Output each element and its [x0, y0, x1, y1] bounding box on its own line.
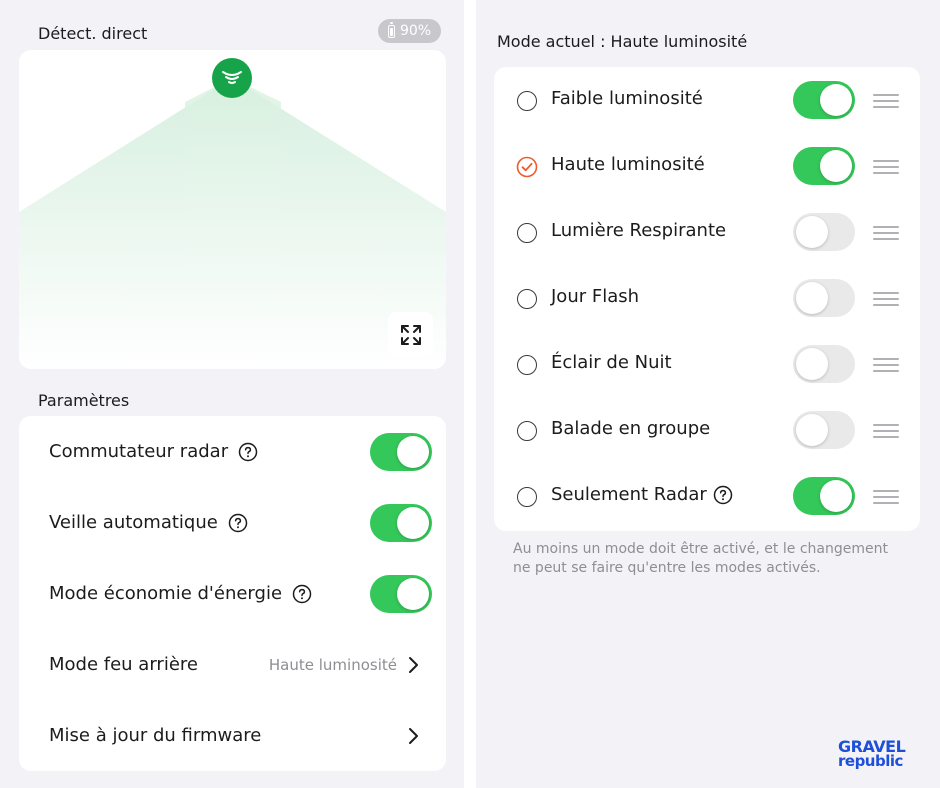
- live-detection-label: Détect. direct: [38, 24, 148, 43]
- setting-radar-switch: Commutateur radar: [19, 416, 446, 487]
- mode-label: Balade en groupe: [551, 418, 711, 439]
- mode-toggle[interactable]: [793, 345, 855, 383]
- mode-row-eclair-de-nuit[interactable]: Éclair de Nuit: [494, 331, 920, 397]
- radio-check-icon[interactable]: [516, 156, 538, 178]
- drag-handle-icon[interactable]: [873, 424, 899, 438]
- modes-footnote: Au moins un mode doit être activé, et le…: [513, 541, 888, 576]
- settings-card: Commutateur radar Veille automatique Mod…: [19, 416, 446, 771]
- setting-label: Mode économie d'énergie: [49, 583, 283, 604]
- drag-handle-icon[interactable]: [873, 226, 899, 240]
- battery-level: 90%: [399, 23, 432, 39]
- expand-icon: [400, 324, 421, 345]
- mode-toggle[interactable]: [793, 147, 855, 185]
- mode-row-lumiere-respirante[interactable]: Lumière Respirante: [494, 199, 920, 265]
- mode-toggle[interactable]: [793, 213, 855, 251]
- battery-icon: [387, 21, 395, 38]
- mode-label: Haute luminosité: [551, 154, 705, 175]
- radar-signal-icon: [212, 58, 252, 98]
- radar-switch-toggle[interactable]: [370, 433, 432, 471]
- drag-handle-icon[interactable]: [873, 94, 899, 108]
- auto-standby-toggle[interactable]: [370, 504, 432, 542]
- mode-radio[interactable]: [517, 91, 537, 111]
- energy-saving-toggle[interactable]: [370, 575, 432, 613]
- mode-row-balade-en-groupe[interactable]: Balade en groupe: [494, 397, 920, 463]
- setting-label: Mode feu arrière: [49, 654, 198, 675]
- mode-label: Faible luminosité: [551, 88, 703, 109]
- help-icon[interactable]: [292, 584, 312, 604]
- mode-label: Seulement Radar: [551, 484, 707, 505]
- mode-toggle[interactable]: [793, 81, 855, 119]
- modes-card: Faible luminosité Haute luminosité Lumiè…: [494, 67, 920, 531]
- setting-tail-light-mode[interactable]: Mode feu arrière Haute luminosité: [19, 629, 446, 700]
- current-mode-label: Mode actuel : Haute luminosité: [497, 32, 748, 51]
- mode-radio[interactable]: [517, 487, 537, 507]
- battery-badge: 90%: [378, 19, 441, 43]
- mode-label: Éclair de Nuit: [551, 352, 672, 373]
- setting-label: Veille automatique: [49, 512, 218, 533]
- mode-radio[interactable]: [517, 223, 537, 243]
- drag-handle-icon[interactable]: [873, 292, 899, 306]
- mode-toggle[interactable]: [793, 279, 855, 317]
- mode-row-seulement-radar[interactable]: Seulement Radar: [494, 463, 920, 529]
- drag-handle-icon[interactable]: [873, 358, 899, 372]
- brand-logo: GRAVEL republic: [838, 739, 906, 770]
- setting-firmware-update[interactable]: Mise à jour du firmware: [19, 700, 446, 771]
- mode-row-faible-luminosite[interactable]: Faible luminosité: [494, 67, 920, 133]
- mode-label: Lumière Respirante: [551, 220, 727, 241]
- expand-button[interactable]: [388, 312, 433, 357]
- help-icon[interactable]: [238, 442, 258, 462]
- setting-label: Commutateur radar: [49, 441, 229, 462]
- mode-row-haute-luminosite[interactable]: Haute luminosité: [494, 133, 920, 199]
- setting-auto-standby: Veille automatique: [19, 487, 446, 558]
- right-panel: Mode actuel : Haute luminosité Faible lu…: [476, 0, 940, 788]
- drag-handle-icon[interactable]: [873, 490, 899, 504]
- help-icon[interactable]: [713, 485, 733, 505]
- mode-row-jour-flash[interactable]: Jour Flash: [494, 265, 920, 331]
- help-icon[interactable]: [228, 513, 248, 533]
- mode-label: Jour Flash: [551, 286, 640, 307]
- chevron-right-icon: [409, 727, 418, 744]
- brand-line-2: republic: [838, 752, 903, 770]
- drag-handle-icon[interactable]: [873, 160, 899, 174]
- mode-toggle[interactable]: [793, 477, 855, 515]
- setting-label: Mise à jour du firmware: [49, 725, 262, 746]
- tail-light-mode-value: Haute luminosité: [268, 655, 397, 674]
- settings-label: Paramètres: [38, 391, 130, 410]
- setting-energy-saving: Mode économie d'énergie: [19, 558, 446, 629]
- mode-radio[interactable]: [517, 289, 537, 309]
- mode-toggle[interactable]: [793, 411, 855, 449]
- radar-view: [19, 50, 446, 369]
- left-panel: Détect. direct 90% Paramètres Commutateu…: [0, 0, 464, 788]
- mode-radio[interactable]: [517, 355, 537, 375]
- mode-radio[interactable]: [517, 421, 537, 441]
- chevron-right-icon: [409, 656, 418, 673]
